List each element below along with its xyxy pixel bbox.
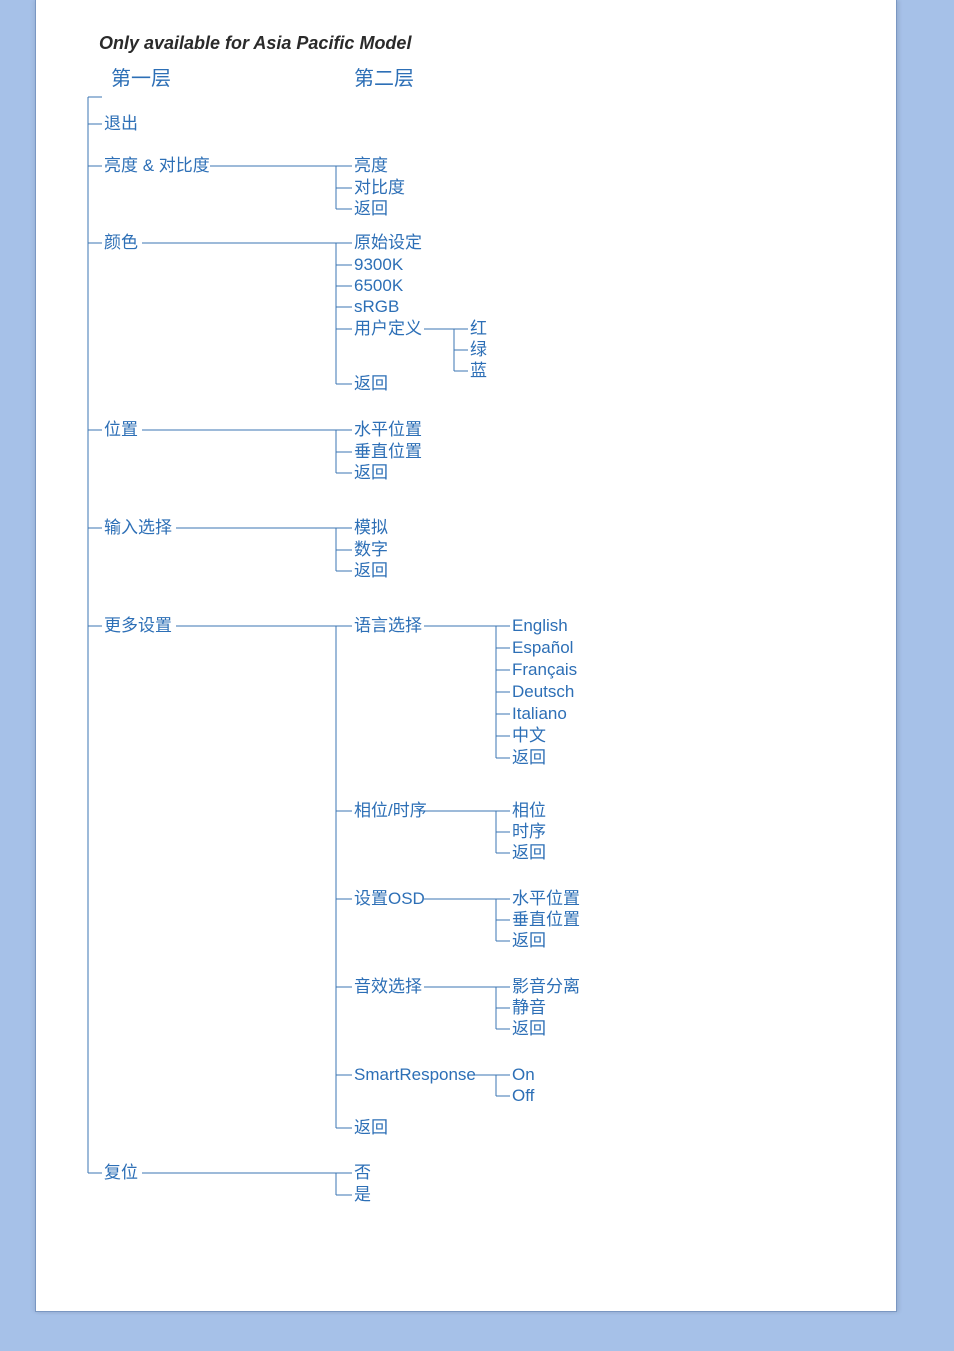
phase-clock: 时序 [512,823,546,840]
color-original: 原始设定 [354,234,422,251]
phase-return: 返回 [512,844,546,861]
lang-return: 返回 [512,749,546,766]
l1-color: 颜色 [104,234,138,251]
more-smartresponse: SmartResponse [354,1066,476,1083]
color-6500k: 6500K [354,277,403,294]
lang-italiano: Italiano [512,705,567,722]
l1-exit: 退出 [104,115,138,132]
osd-return: 返回 [512,932,546,949]
lang-english: English [512,617,568,634]
more-return: 返回 [354,1119,388,1136]
more-phase: 相位/时序 [354,802,427,819]
input-analog: 模拟 [354,519,388,536]
more-osd: 设置OSD [354,890,425,907]
brightness-brightness: 亮度 [354,157,388,174]
more-audio: 音效选择 [354,978,422,995]
lang-chinese: 中文 [512,727,546,744]
color-9300k: 9300K [354,256,403,273]
audio-return: 返回 [512,1020,546,1037]
l1-input: 输入选择 [104,519,172,536]
osd-h: 水平位置 [512,890,580,907]
input-digital: 数字 [354,541,388,558]
more-language: 语言选择 [354,617,422,634]
reset-yes: 是 [354,1186,371,1203]
smart-off: Off [512,1087,534,1104]
tree-connectors [36,0,896,1311]
audio-mute: 静音 [512,999,546,1016]
lang-francais: Français [512,661,577,678]
l1-brightness: 亮度 & 对比度 [104,157,210,174]
l1-position: 位置 [104,421,138,438]
position-v: 垂直位置 [354,443,422,460]
color-return: 返回 [354,375,388,392]
color-userdef: 用户定义 [354,320,422,337]
osd-v: 垂直位置 [512,911,580,928]
color-srgb: sRGB [354,298,399,315]
audio-separate: 影音分离 [512,978,580,995]
l1-more: 更多设置 [104,617,172,634]
position-return: 返回 [354,464,388,481]
l1-reset: 复位 [104,1164,138,1181]
brightness-contrast: 对比度 [354,179,405,196]
brightness-return: 返回 [354,200,388,217]
smart-on: On [512,1066,535,1083]
phase-phase: 相位 [512,802,546,819]
lang-deutsch: Deutsch [512,683,574,700]
color-user-green: 绿 [470,341,487,358]
position-h: 水平位置 [354,421,422,438]
reset-no: 否 [354,1164,371,1181]
lang-espanol: Español [512,639,573,656]
color-user-red: 红 [470,320,487,337]
document-page: Only available for Asia Pacific Model 第一… [35,0,897,1312]
input-return: 返回 [354,562,388,579]
color-user-blue: 蓝 [470,362,487,379]
